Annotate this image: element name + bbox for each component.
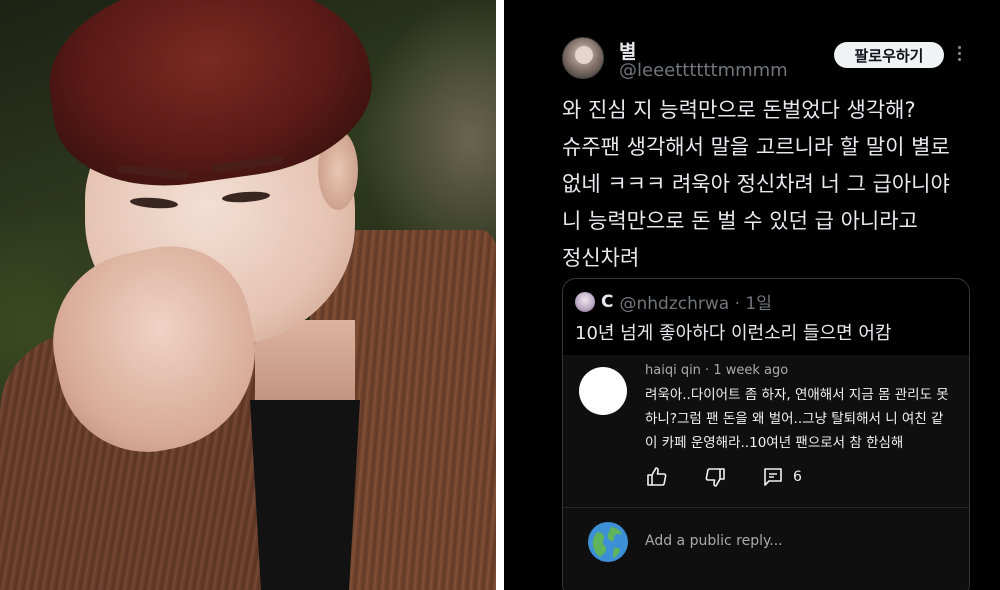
reply-input[interactable]: Add a public reply... [645,533,783,549]
author-handle[interactable]: @leeettttttmmmm [619,60,788,81]
quoted-tweet[interactable]: C @nhdzchrwa · 1일 10년 넘게 좋아하다 이런소리 들으면 어… [562,278,970,590]
quote-header: C @nhdzchrwa · 1일 [575,289,772,314]
commenter-avatar[interactable] [579,367,627,415]
divider [496,0,504,590]
quote-author-name[interactable]: C [601,292,613,312]
tweet-line: 니 능력만으로 돈 벌 수 있던 급 아니라고 [562,209,918,233]
tweet-line: 없네 ㅋㅋㅋ 려욱아 정신차려 너 그 급아니야 [562,172,950,196]
thumbs-up-icon[interactable] [645,465,669,489]
quote-text: 10년 넘게 좋아하다 이런소리 들으면 어캄 [575,323,892,344]
portrait-photo [0,0,496,590]
avatar[interactable] [562,37,604,79]
comment-line: 려욱아..다이어트 좀 하자, 연애해서 지금 몸 관리도 못 [645,387,949,403]
quote-avatar[interactable] [575,291,595,312]
shirt [250,400,360,590]
comment-icon[interactable] [761,465,785,489]
follow-button[interactable]: 팔로우하기 [834,42,944,68]
globe-icon [587,521,629,563]
tweet-line: 슈주팬 생각해서 말을 고르니라 할 말이 별로 [562,135,950,159]
quote-author-handle: @nhdzchrwa · 1일 [619,294,772,314]
tweet-line: 와 진심 지 능력만으로 돈벌었다 생각해? [562,98,916,122]
thumbs-down-icon[interactable] [703,465,727,489]
separator [563,507,969,508]
comment-actions: 6 [645,465,802,489]
comment-line: 하니?그럼 팬 돈을 왜 벌어..그냥 탈퇴해서 니 여친 같 [645,411,944,427]
more-vertical-icon[interactable] [955,44,963,66]
comment-author[interactable]: haiqi qin · 1 week ago [645,363,788,378]
reply-count[interactable]: 6 [793,469,802,485]
tweet-text: 와 진심 지 능력만으로 돈벌었다 생각해? 슈주팬 생각해서 말을 고르니라 … [562,92,992,277]
tweet-panel: 별 @leeettttttmmmm 팔로우하기 와 진심 지 능력만으로 돈벌었… [504,0,1000,590]
comment-line: 이 카페 운영해라..10여년 팬으로서 참 한심해 [645,435,904,451]
comment-screenshot: haiqi qin · 1 week ago 려욱아..다이어트 좀 하자, 연… [563,355,969,590]
tweet-line: 정신차려 [562,246,640,270]
